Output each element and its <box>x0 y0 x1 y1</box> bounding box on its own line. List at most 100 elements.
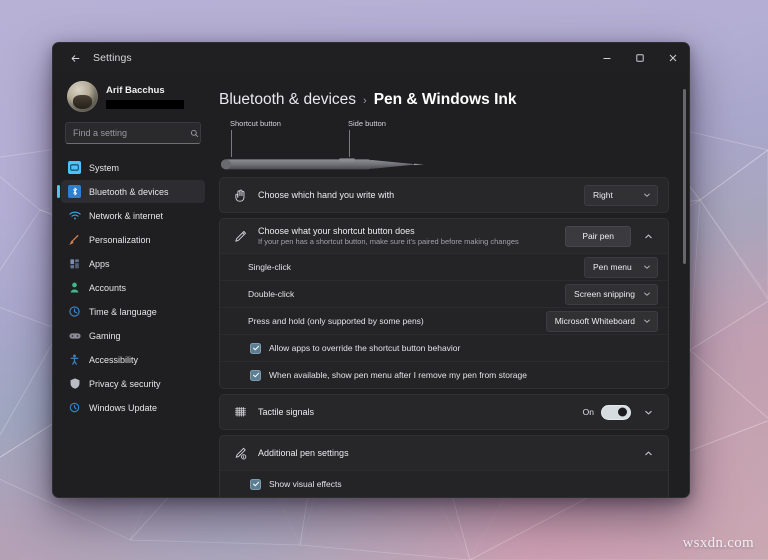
sidebar-item-bluetooth-devices[interactable]: Bluetooth & devices <box>57 180 205 203</box>
press-hold-dropdown[interactable]: Microsoft Whiteboard <box>545 310 658 332</box>
double-click-value: Screen snipping <box>574 289 635 299</box>
shortcut-section-title: Choose what your shortcut button does <box>258 226 415 236</box>
tactile-signals-card: Tactile signals On <box>219 394 669 430</box>
double-click-dropdown[interactable]: Screen snipping <box>565 283 658 305</box>
sidebar-nav: System Bluetooth & devices Network & int… <box>57 154 205 419</box>
callout-shortcut-label: Shortcut button <box>230 119 281 128</box>
desktop: wsxdn.com Settings Arif Bacchus Find a s… <box>0 0 768 560</box>
sidebar-item-network-internet[interactable]: Network & internet <box>61 204 205 227</box>
user-profile[interactable]: Arif Bacchus <box>61 73 205 118</box>
sidebar-item-windows-update[interactable]: Windows Update <box>61 396 205 419</box>
search-icon <box>190 129 199 138</box>
breadcrumb: Bluetooth & devices › Pen & Windows Ink <box>219 73 669 119</box>
sidebar: Arif Bacchus Find a setting System Bluet… <box>53 73 213 497</box>
main-scrollbar[interactable] <box>683 89 686 497</box>
callout-side-line <box>349 130 350 157</box>
profile-email-redaction <box>106 99 184 109</box>
shortcut-section-subtitle: If your pen has a shortcut button, make … <box>258 237 519 246</box>
allow-apps-override-row[interactable]: Allow apps to override the shortcut butt… <box>220 334 668 361</box>
network-icon <box>68 209 81 222</box>
chevron-up-icon[interactable] <box>638 443 658 463</box>
search-input[interactable] <box>73 128 190 138</box>
shortcut-section-text: Choose what your shortcut button does If… <box>258 226 555 246</box>
handedness-text: Choose which hand you write with <box>258 190 574 200</box>
profile-name: Arif Bacchus <box>106 84 165 96</box>
profile-text: Arif Bacchus <box>106 85 184 109</box>
additional-pen-settings-text: Additional pen settings <box>258 448 628 458</box>
callout-side-label: Side button <box>348 119 386 128</box>
pen-illustration: Shortcut button Side button <box>221 119 669 171</box>
pen-icon <box>232 230 248 243</box>
callout-side-button: Side button <box>348 119 386 157</box>
additional-pen-settings-card: Additional pen settings Show visual effe… <box>219 435 669 497</box>
avatar <box>67 81 98 112</box>
scrollbar-thumb[interactable] <box>683 89 686 264</box>
settings-window: Settings Arif Bacchus Find a setting Sys… <box>52 42 690 498</box>
sidebar-item-time-language[interactable]: Time & language <box>61 300 205 323</box>
system-icon <box>68 161 81 174</box>
minimize-button[interactable] <box>590 43 623 73</box>
sidebar-item-personalization[interactable]: Personalization <box>61 228 205 251</box>
callout-shortcut-line <box>231 130 232 157</box>
sidebar-item-system[interactable]: System <box>61 156 205 179</box>
main-pane: Bluetooth & devices › Pen & Windows Ink … <box>213 73 689 497</box>
single-click-row: Single-click Pen menu <box>220 253 668 280</box>
additional-pen-settings-controls <box>638 443 658 463</box>
allow-apps-override-checkbox[interactable] <box>250 342 261 354</box>
show-visual-effects-checkbox[interactable] <box>250 478 261 490</box>
apps-icon <box>68 257 81 270</box>
sidebar-item-label: Bluetooth & devices <box>89 186 169 197</box>
sidebar-item-label: Accounts <box>89 282 127 293</box>
additional-pen-settings-title: Additional pen settings <box>258 448 349 458</box>
shortcut-section-controls: Pair pen <box>565 225 658 247</box>
chevron-down-icon[interactable] <box>638 402 658 422</box>
tactile-signals-toggle[interactable] <box>601 404 631 420</box>
chevron-down-icon <box>643 317 651 325</box>
window-titlebar: Settings <box>53 43 689 73</box>
allow-apps-override-label: Allow apps to override the shortcut butt… <box>269 343 461 353</box>
double-click-label: Double-click <box>248 289 295 299</box>
show-visual-effects-row[interactable]: Show visual effects <box>220 470 668 497</box>
single-click-label: Single-click <box>248 262 291 272</box>
tactile-toggle-state: On <box>582 407 594 417</box>
additional-pen-settings-header[interactable]: Additional pen settings <box>220 436 668 470</box>
main-scroll-area: Bluetooth & devices › Pen & Windows Ink … <box>219 73 675 497</box>
sidebar-item-privacy-security[interactable]: Privacy & security <box>61 372 205 395</box>
sidebar-item-accessibility[interactable]: Accessibility <box>61 348 205 371</box>
window-title: Settings <box>93 52 132 64</box>
sidebar-item-accounts[interactable]: Accounts <box>61 276 205 299</box>
close-button[interactable] <box>656 43 689 73</box>
bluetooth-icon <box>68 185 81 198</box>
breadcrumb-separator: › <box>363 95 367 107</box>
pair-pen-button[interactable]: Pair pen <box>565 225 631 247</box>
maximize-button[interactable] <box>623 43 656 73</box>
search-box[interactable] <box>65 122 201 144</box>
chevron-down-icon <box>643 290 651 298</box>
show-pen-menu-checkbox[interactable] <box>250 369 261 381</box>
back-arrow-icon[interactable] <box>61 47 89 69</box>
show-pen-menu-label: When available, show pen menu after I re… <box>269 370 527 380</box>
chevron-up-icon[interactable] <box>638 226 658 246</box>
callout-shortcut-button: Shortcut button <box>230 119 281 157</box>
sidebar-item-label: System <box>89 162 120 173</box>
accounts-icon <box>68 281 81 294</box>
personalization-icon <box>68 233 81 246</box>
single-click-dropdown[interactable]: Pen menu <box>584 256 658 278</box>
time-language-icon <box>68 305 81 318</box>
tactile-signals-text: Tactile signals <box>258 407 573 417</box>
show-pen-menu-row[interactable]: When available, show pen menu after I re… <box>220 361 668 388</box>
window-controls <box>590 43 689 73</box>
breadcrumb-root[interactable]: Bluetooth & devices <box>219 91 356 109</box>
shortcut-section-header[interactable]: Choose what your shortcut button does If… <box>220 219 668 253</box>
sidebar-item-label: Gaming <box>89 330 121 341</box>
press-hold-row: Press and hold (only supported by some p… <box>220 307 668 334</box>
single-click-value: Pen menu <box>593 262 632 272</box>
sidebar-item-gaming[interactable]: Gaming <box>61 324 205 347</box>
tactile-signals-title: Tactile signals <box>258 407 315 417</box>
sidebar-item-apps[interactable]: Apps <box>61 252 205 275</box>
handedness-title: Choose which hand you write with <box>258 190 395 200</box>
handedness-dropdown[interactable]: Right <box>584 184 658 206</box>
writing-hand-icon <box>232 189 248 202</box>
tactile-signals-controls: On <box>583 402 658 422</box>
surface-pen-illustration <box>221 158 424 170</box>
